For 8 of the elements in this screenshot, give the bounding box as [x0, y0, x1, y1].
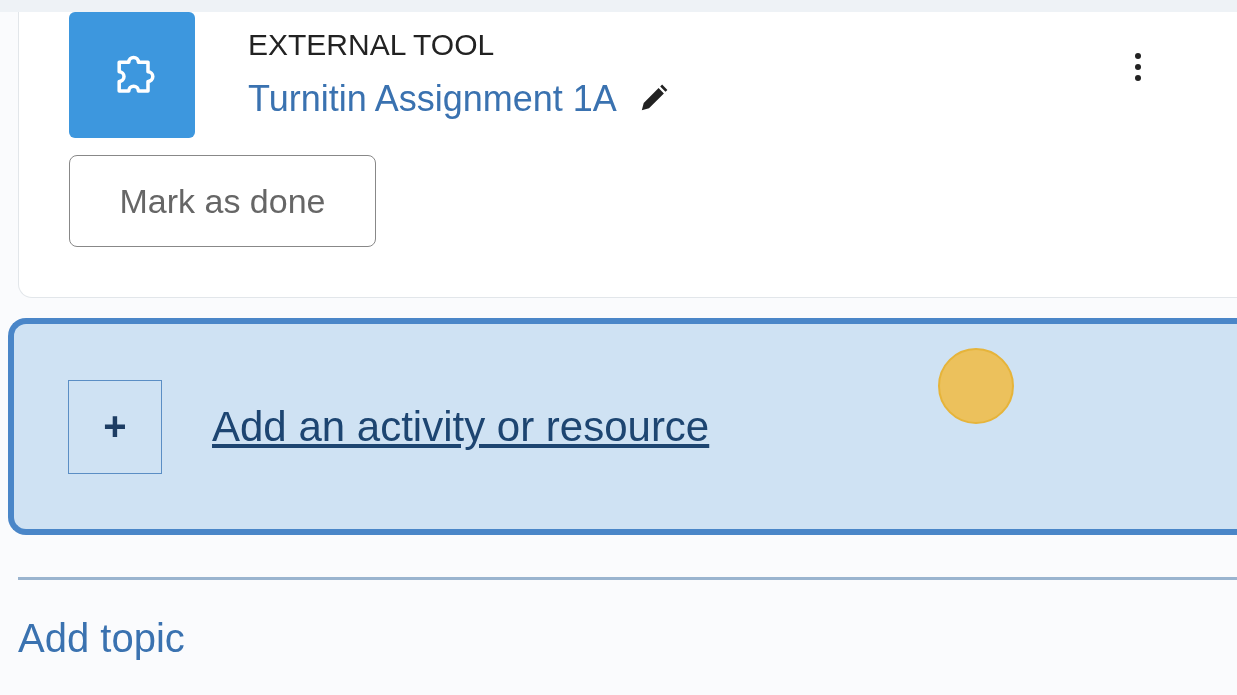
activity-type: EXTERNAL TOOL	[248, 28, 496, 62]
add-activity-link[interactable]: Add an activity or resource	[212, 402, 710, 451]
mark-as-done-button[interactable]: Mark as done	[69, 155, 376, 247]
add-icon[interactable]: +	[68, 379, 162, 474]
more-options-icon[interactable]	[1134, 52, 1142, 82]
add-topic-link[interactable]: Add topic	[18, 616, 1237, 661]
add-activity-panel[interactable]: + Add an activity or resource	[8, 318, 1237, 535]
activity-link[interactable]: Turnitin Assignment 1A	[248, 78, 617, 120]
